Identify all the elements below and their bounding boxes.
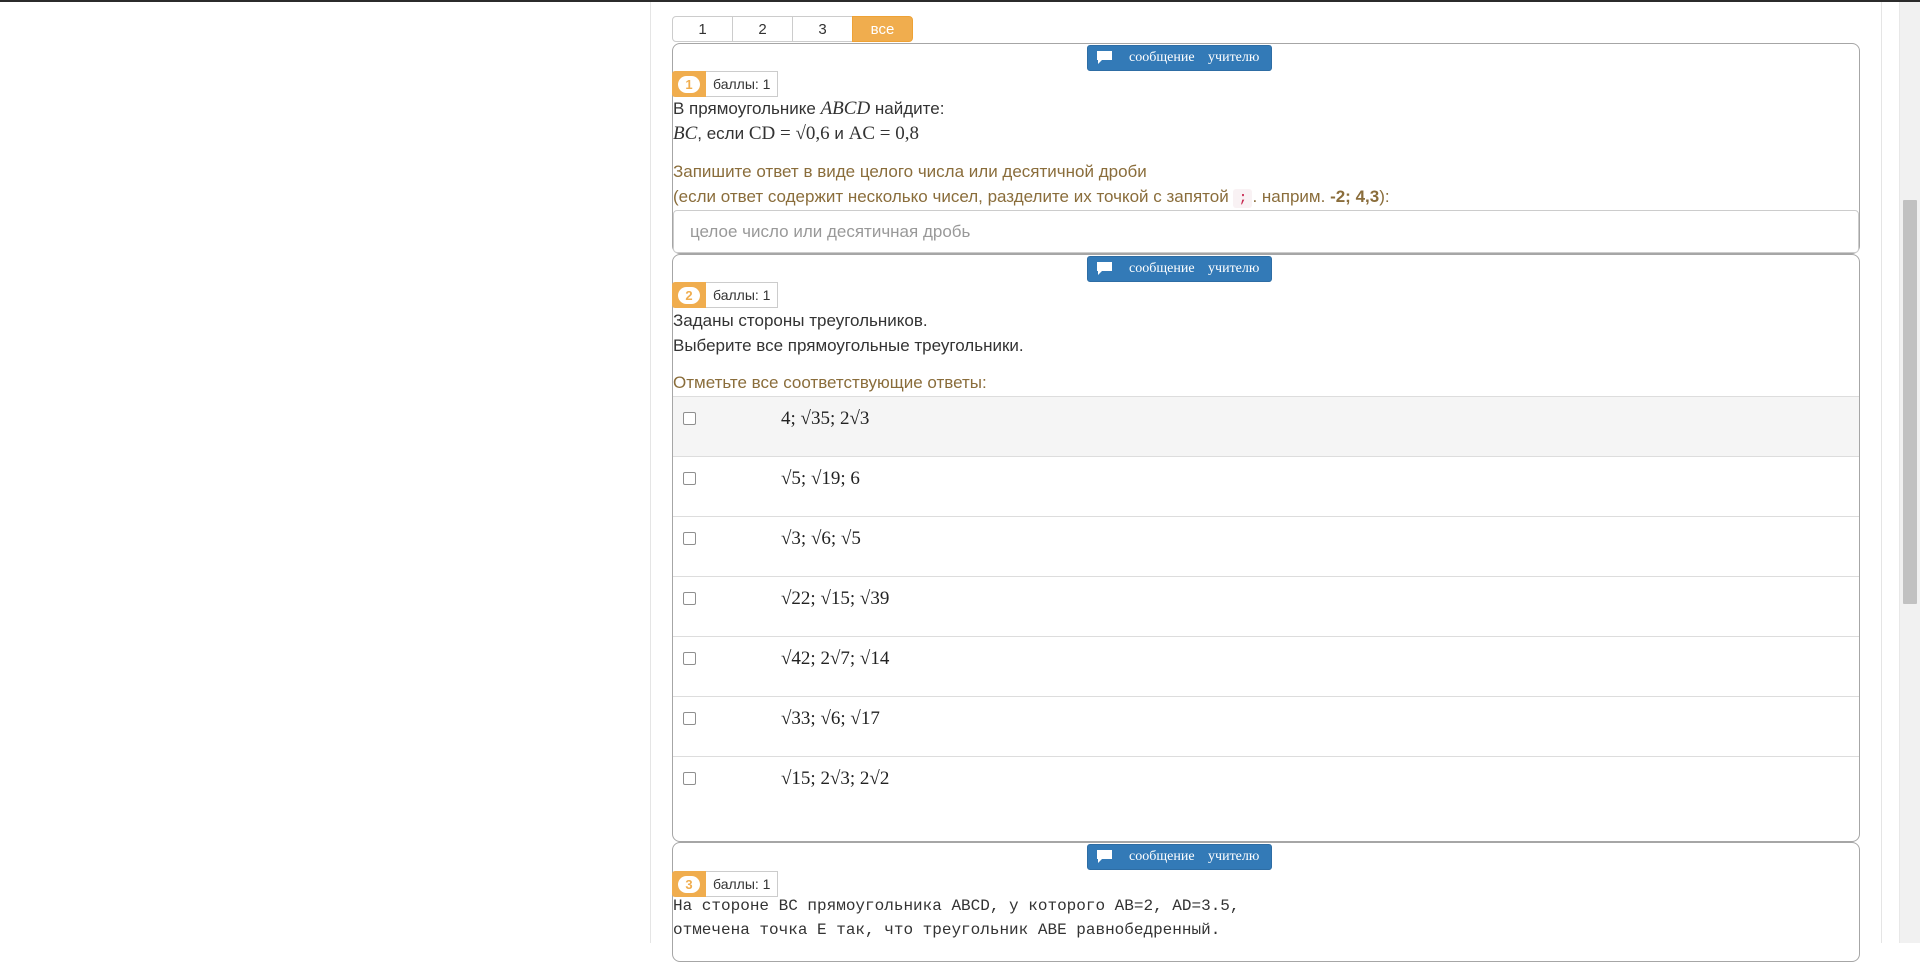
answer-separator-hint: (если ответ содержит несколько чисел, ра… [673,187,1390,208]
page-all-button[interactable]: все [852,16,913,42]
message-teacher-button-2[interactable]: сообщение учителю [1087,256,1272,282]
question-3-line-1: На стороне ВС прямоугольника ABCD, у кот… [673,897,1240,915]
comment-icon [1096,50,1114,66]
option-text: √5; √19; 6 [781,468,860,489]
message-teacher-button-1[interactable]: сообщение учителю [1087,45,1272,71]
option-text: √22; √15; √39 [781,588,890,609]
answer-option[interactable]: 4; √35; 2√3 [673,396,1859,456]
answer-option[interactable]: √15; 2√3; 2√2 [673,756,1859,816]
option-text: √42; 2√7; √14 [781,648,890,669]
page-3-button[interactable]: 3 [792,16,853,42]
option-text: √33; √6; √17 [781,708,880,729]
score-badge-1: 1 баллы: 1 [672,71,779,97]
math-ac: AC = 0,8 [848,123,919,144]
option-text: √15; 2√3; 2√2 [781,768,890,789]
option-text: 4; √35; 2√3 [781,408,870,429]
select-all-hint: Отметьте все соответствующие ответы: [673,373,987,392]
math-abcd: ABCD [820,98,871,119]
answer-option[interactable]: √5; √19; 6 [673,456,1859,516]
question-1-line-1: В прямоугольнике ABCD найдите: [673,98,945,119]
question-2-line-2: Выберите все прямоугольные треугольники. [673,336,1024,355]
math-cd: CD = √0,6 [748,123,830,144]
page-1-button[interactable]: 1 [672,16,733,42]
separator-code: ; [1233,189,1253,208]
page-scrollbar[interactable] [1899,2,1920,943]
option-text: √3; √6; √5 [781,528,861,549]
answer-option[interactable]: √3; √6; √5 [673,516,1859,576]
score-label: баллы: 1 [706,282,779,308]
score-label: баллы: 1 [706,871,779,897]
option-checkbox[interactable] [683,532,696,545]
question-pager: 1 2 3 все [672,16,913,42]
question-number: 2 [678,286,700,304]
question-2-line-1: Заданы стороны треугольников. [673,311,928,330]
answer-options-list: 4; √35; 2√3 √5; √19; 6 √3; √6; √5 √22; √… [673,396,1859,816]
question-1-line-2: BC, если CD = √0,6 и AC = 0,8 [673,123,919,144]
comment-icon [1096,849,1114,865]
answer-option[interactable]: √22; √15; √39 [673,576,1859,636]
left-blank-area [0,2,650,943]
comment-icon [1096,261,1114,277]
option-checkbox[interactable] [683,772,696,785]
score-badge-2: 2 баллы: 1 [672,282,779,308]
page-2-button[interactable]: 2 [732,16,793,42]
option-checkbox[interactable] [683,652,696,665]
question-number: 1 [678,75,700,93]
score-badge-3: 3 баллы: 1 [672,871,779,897]
option-checkbox[interactable] [683,712,696,725]
message-teacher-button-3[interactable]: сообщение учителю [1087,844,1272,870]
answer-option[interactable]: √33; √6; √17 [673,696,1859,756]
scrollbar-thumb[interactable] [1903,200,1917,604]
question-3-line-2: отмечена точка Е так, что треугольник AB… [673,921,1221,939]
answer-input-1[interactable] [673,210,1859,253]
option-checkbox[interactable] [683,592,696,605]
answer-format-hint: Запишите ответ в виде целого числа или д… [673,162,1147,181]
option-checkbox[interactable] [683,412,696,425]
score-label: баллы: 1 [706,71,779,97]
answer-option[interactable]: √42; 2√7; √14 [673,636,1859,696]
example-value: -2; 4,3 [1330,187,1380,206]
option-checkbox[interactable] [683,472,696,485]
question-number: 3 [678,875,700,893]
